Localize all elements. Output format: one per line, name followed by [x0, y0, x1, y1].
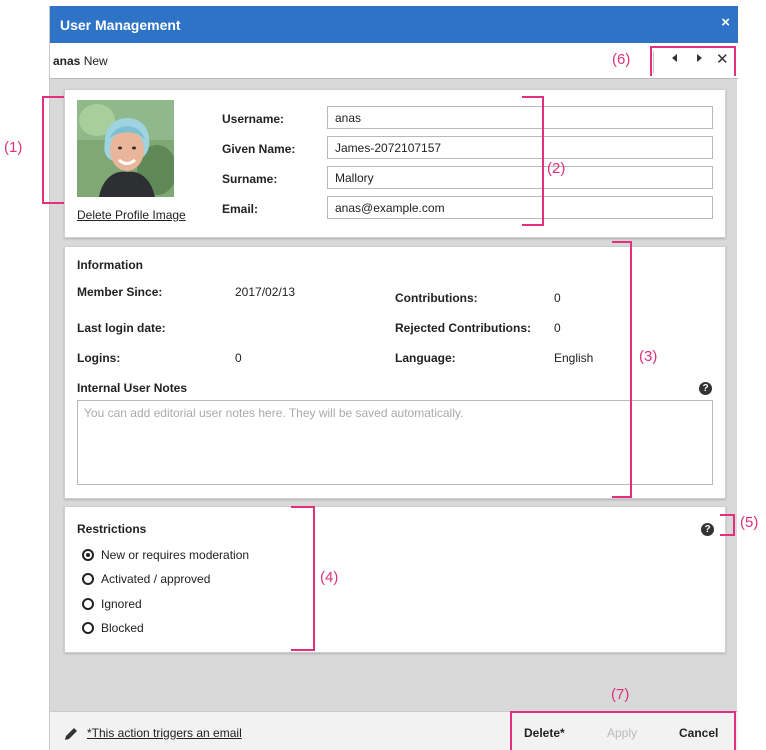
record-bar: anas New ✕ [50, 43, 738, 79]
radio-label: Activated / approved [101, 572, 211, 586]
annotation-bracket-2 [522, 96, 544, 226]
rejected-contributions-label: Rejected Contributions: [395, 321, 532, 335]
language-value: English [554, 351, 594, 365]
email-label: Email: [222, 202, 259, 216]
given-name-field[interactable] [327, 136, 713, 159]
logins-value: 0 [235, 351, 242, 365]
delete-profile-image-link[interactable]: Delete Profile Image [77, 208, 186, 222]
dialog-titlebar: User Management × [50, 6, 738, 43]
annotation-label-5: (5) [740, 514, 759, 531]
record-breadcrumb: anas New [53, 54, 108, 68]
annotation-bracket-1 [42, 96, 64, 204]
internal-notes-title: Internal User Notes [77, 381, 188, 395]
radio-selected-icon[interactable] [82, 549, 94, 561]
annotation-bracket-6 [650, 46, 736, 76]
radio-label: Blocked [101, 621, 144, 635]
given-name-label: Given Name: [222, 142, 296, 156]
radio-label: New or requires moderation [101, 548, 250, 562]
radio-ignored[interactable]: Ignored [82, 596, 142, 612]
username-field[interactable] [327, 106, 713, 129]
dialog-title: User Management [60, 17, 181, 33]
annotation-label-7: (7) [611, 686, 630, 703]
record-status: New [83, 54, 108, 68]
radio-icon[interactable] [82, 622, 94, 634]
radio-new-moderation[interactable]: New or requires moderation [82, 547, 249, 563]
help-circle-icon[interactable]: ? [699, 382, 712, 395]
annotation-bracket-4 [291, 506, 315, 651]
member-since-label: Member Since: [77, 285, 163, 299]
annotation-label-3: (3) [639, 348, 658, 365]
email-field[interactable] [327, 196, 713, 219]
radio-label: Ignored [101, 597, 142, 611]
surname-field[interactable] [327, 166, 713, 189]
record-username: anas [53, 54, 81, 68]
radio-icon[interactable] [82, 573, 94, 585]
annotation-bracket-3 [612, 241, 632, 498]
annotation-bracket-7 [510, 711, 736, 750]
contributions-label: Contributions: [395, 291, 478, 305]
radio-activated-approved[interactable]: Activated / approved [82, 571, 210, 587]
language-label: Language: [395, 351, 456, 365]
contributions-value: 0 [554, 291, 561, 305]
restrictions-title: Restrictions [77, 522, 147, 536]
help-circle-icon[interactable]: ? [701, 523, 714, 536]
information-title: Information [77, 258, 143, 272]
restrictions-panel: Restrictions ? New or requires moderatio… [64, 506, 726, 653]
email-trigger-note-link[interactable]: *This action triggers an email [87, 726, 242, 740]
radio-blocked[interactable]: Blocked [82, 620, 144, 636]
rejected-contributions-value: 0 [554, 321, 561, 335]
close-icon[interactable]: × [721, 15, 730, 30]
logins-label: Logins: [77, 351, 121, 365]
annotation-label-4: (4) [320, 569, 339, 586]
username-label: Username: [222, 112, 285, 126]
annotation-bracket-5 [720, 514, 735, 536]
avatar[interactable] [77, 100, 174, 197]
profile-panel: Delete Profile Image Username: Given Nam… [64, 89, 726, 238]
surname-label: Surname: [222, 172, 278, 186]
annotation-label-1: (1) [4, 139, 23, 156]
user-management-dialog: User Management × anas New ✕ Delete Prof… [49, 6, 738, 750]
annotation-label-6: (6) [612, 51, 631, 68]
member-since-value: 2017/02/13 [235, 285, 296, 299]
annotation-label-2: (2) [547, 160, 566, 177]
last-login-label: Last login date: [77, 321, 166, 335]
radio-icon[interactable] [82, 598, 94, 610]
pencil-icon [64, 727, 78, 744]
